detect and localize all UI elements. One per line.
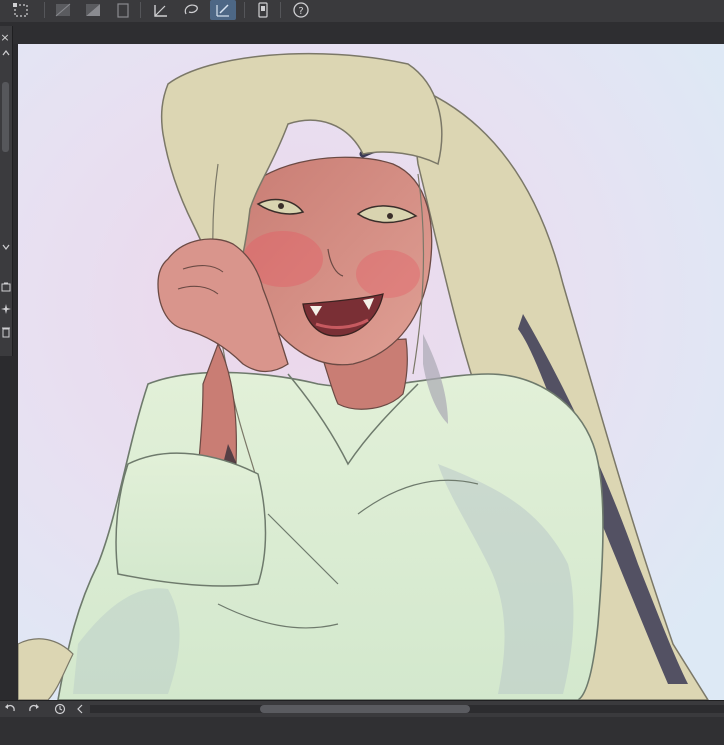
svg-text:?: ? [298,6,303,17]
layer-icon[interactable] [0,282,12,292]
transform-icon[interactable] [10,0,32,20]
history-icon[interactable] [52,701,68,717]
toolbar-separator [44,2,45,18]
drawing-canvas[interactable] [18,44,724,700]
redo-icon[interactable] [26,701,42,717]
sleeve [115,452,267,587]
bottom-toolbar [0,700,724,717]
toolbar-separator [244,2,245,18]
toolbar-separator [280,2,281,18]
top-toolbar: ? [0,0,724,23]
clipboard-icon[interactable] [112,0,134,20]
fill-icon[interactable] [82,0,104,20]
horizontal-scrollbar[interactable] [90,705,724,713]
left-side-panel: × [0,26,13,356]
collapse-down-icon[interactable] [0,244,12,250]
phone-icon[interactable] [252,0,274,20]
help-icon[interactable]: ? [290,0,312,20]
horizontal-scroll-thumb[interactable] [260,705,470,713]
lasso-icon[interactable] [180,0,202,20]
toolbar-gap [0,22,724,44]
bottom-bar [0,700,724,745]
star-icon[interactable] [0,304,12,314]
artwork [18,44,724,700]
panel-scroll-thumb[interactable] [2,82,9,152]
collapse-up-icon[interactable] [0,50,12,56]
chevron-left-icon[interactable] [72,701,88,717]
clear-icon[interactable] [52,0,74,20]
trash-icon[interactable] [0,326,12,338]
undo-icon[interactable] [2,701,18,717]
toolbar-separator [140,2,141,18]
pen-icon[interactable] [210,0,236,20]
ruler-icon[interactable] [150,0,172,20]
close-panel-button[interactable]: × [0,32,10,44]
